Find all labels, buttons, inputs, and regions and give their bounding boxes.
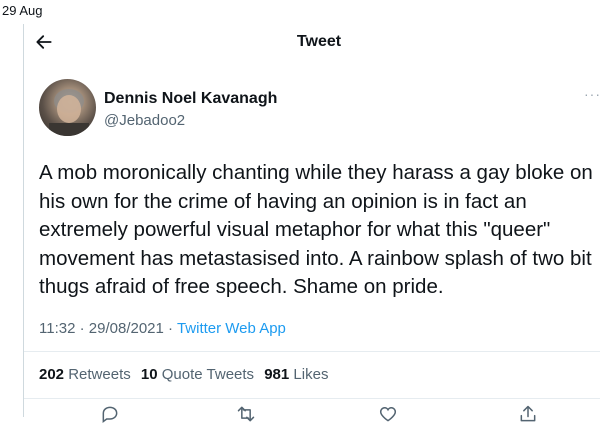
tweet-date[interactable]: 29/08/2021 [89, 320, 164, 337]
heart-icon [379, 406, 397, 422]
page-title: Tweet [296, 33, 342, 50]
retweets-stat[interactable]: 202 Retweets [39, 366, 131, 383]
author-name[interactable]: Dennis Noel Kavanagh [104, 90, 277, 108]
like-button[interactable] [378, 404, 398, 424]
meta-separator: · [168, 320, 174, 337]
reply-icon [102, 406, 118, 423]
tweet-source-link[interactable]: Twitter Web App [177, 320, 286, 337]
retweets-count: 202 [39, 366, 65, 383]
author-handle[interactable]: @Jebadoo2 [104, 112, 185, 129]
share-button[interactable] [518, 404, 538, 424]
quote-tweets-count: 10 [140, 366, 158, 383]
tweet-text: A mob moronically chanting while they ha… [39, 161, 593, 298]
quote-tweets-label: Quote Tweets [161, 366, 255, 383]
meta-separator: · [79, 320, 85, 337]
divider [24, 398, 600, 399]
likes-count: 981 [264, 366, 290, 383]
share-icon [520, 405, 536, 422]
more-options-button[interactable]: ··· [584, 86, 600, 102]
tweet-stats: 202 Retweets 10 Quote Tweets 981 Likes [39, 366, 334, 383]
avatar-image [49, 89, 89, 136]
retweet-button[interactable] [236, 404, 256, 424]
tweet-actions [0, 404, 600, 423]
retweet-icon [237, 406, 255, 422]
divider [24, 351, 600, 352]
retweets-label: Retweets [68, 366, 131, 383]
likes-stat[interactable]: 981 Likes [264, 366, 328, 383]
timeline-border [23, 24, 24, 417]
tweet-time[interactable]: 11:32 [39, 320, 75, 337]
reply-button[interactable] [100, 404, 120, 424]
quote-tweets-stat[interactable]: 10 Quote Tweets [141, 366, 254, 383]
tweet-meta: 11:32 · 29/08/2021 · Twitter Web App [39, 320, 286, 337]
status-date: 29 Aug [2, 3, 43, 18]
avatar[interactable] [39, 79, 96, 136]
likes-label: Likes [293, 366, 329, 383]
